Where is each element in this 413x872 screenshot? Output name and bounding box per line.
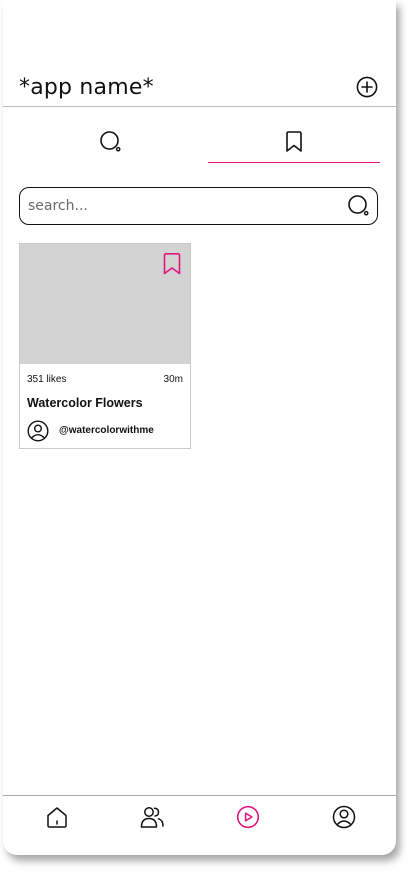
user-circle-icon (27, 420, 49, 442)
search-bar (19, 187, 378, 225)
author-avatar[interactable] (27, 420, 49, 442)
post-title[interactable]: Watercolor Flowers (27, 396, 143, 410)
tab-saved[interactable] (208, 126, 380, 163)
nav-community[interactable] (139, 804, 165, 830)
play-circle-icon (236, 805, 260, 829)
bookmark-icon (286, 131, 302, 152)
search-input[interactable] (28, 196, 328, 216)
home-icon (47, 807, 67, 828)
top-header: *app name* (3, 70, 396, 107)
author-username[interactable]: @watercolorwithme (59, 425, 154, 436)
app-screen: *app name* search... 351 likes 30m Water… (3, 0, 396, 855)
people-icon (140, 807, 164, 828)
save-post-button[interactable] (162, 252, 182, 276)
nav-profile[interactable] (331, 804, 357, 830)
post-time: 30m (163, 374, 183, 385)
nav-home[interactable] (44, 804, 70, 830)
app-title: *app name* (19, 75, 154, 100)
bookmark-icon (163, 253, 181, 275)
add-button[interactable] (356, 76, 378, 98)
search-button[interactable] (347, 194, 371, 218)
plus-circle-icon (356, 76, 378, 98)
post-likes: 351 likes (27, 374, 67, 385)
tab-bar (3, 126, 396, 164)
bottom-nav (3, 795, 396, 855)
nav-videos[interactable] (235, 804, 261, 830)
post-card[interactable]: 351 likes 30m Watercolor Flowers @waterc… (19, 243, 191, 449)
search-icon (99, 131, 121, 152)
search-icon (348, 195, 369, 216)
user-circle-icon (332, 805, 356, 829)
tab-search[interactable] (18, 126, 203, 162)
